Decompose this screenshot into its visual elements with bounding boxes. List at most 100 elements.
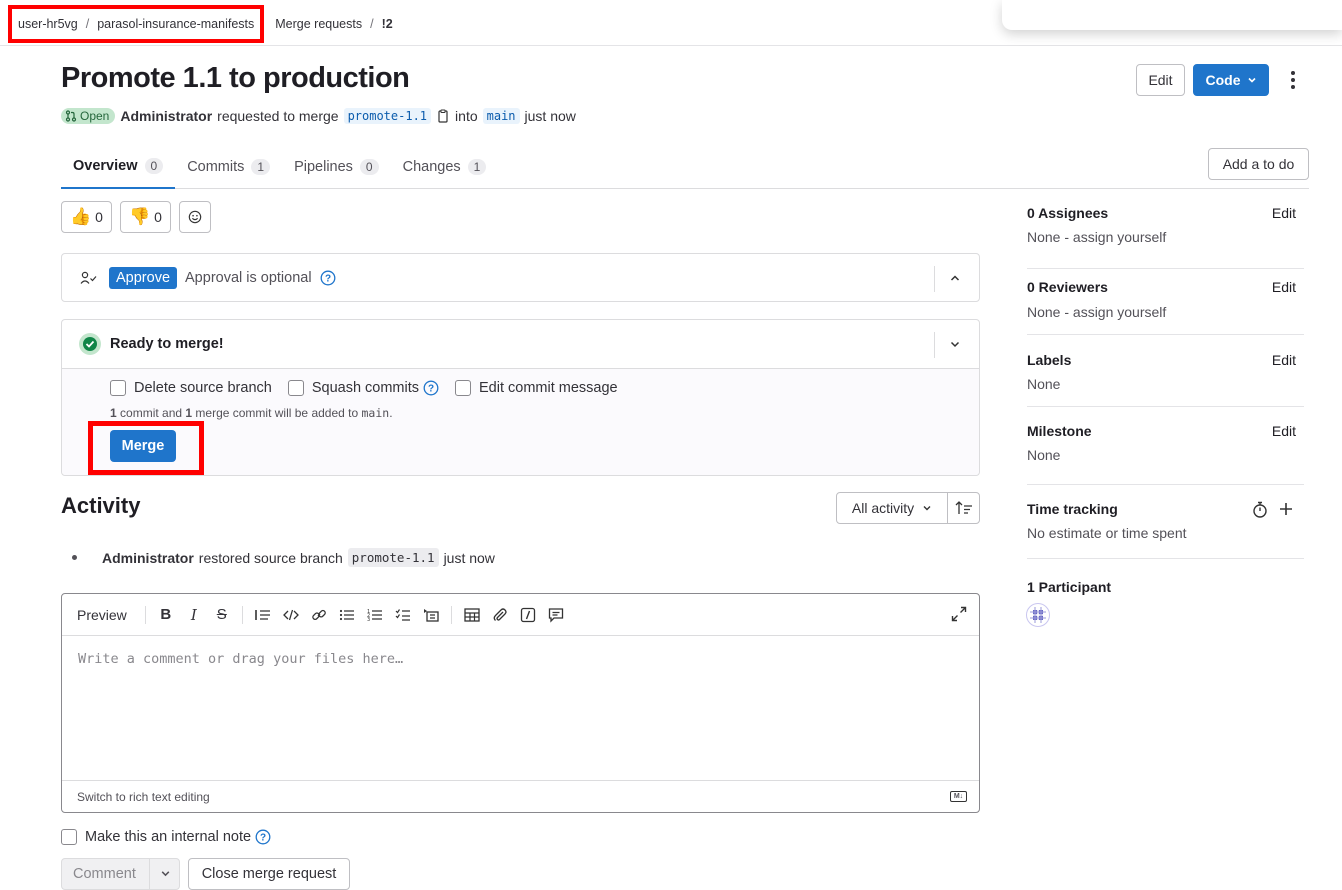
sidebar-time-tracking: Time tracking No estimate or time spent	[1027, 501, 1304, 559]
strikethrough-icon[interactable]: S	[208, 603, 236, 627]
switch-rich-text-link[interactable]: Switch to rich text editing	[77, 790, 210, 804]
delete-source-branch-checkbox[interactable]: Delete source branch	[110, 380, 272, 396]
numbered-list-icon[interactable]: 123	[361, 603, 389, 627]
success-check-icon	[79, 333, 101, 355]
squash-commits-checkbox[interactable]: Squash commits ?	[287, 380, 439, 396]
sort-direction-button[interactable]	[947, 492, 980, 524]
more-actions-icon[interactable]	[1283, 66, 1303, 94]
status-badge: Open	[61, 108, 116, 124]
expand-icon[interactable]	[951, 606, 967, 622]
internal-note-checkbox[interactable]: Make this an internal note ?	[61, 829, 271, 845]
edit-commit-message-checkbox[interactable]: Edit commit message	[455, 380, 618, 396]
sidebar-labels: Labels None Edit	[1027, 352, 1304, 407]
quote-icon[interactable]	[249, 603, 277, 627]
add-todo-button[interactable]: Add a to do	[1208, 148, 1309, 180]
chevron-down-icon	[1247, 77, 1256, 83]
sort-icon	[955, 501, 972, 514]
sidebar-milestone: Milestone None Edit	[1027, 423, 1304, 485]
code-dropdown-button[interactable]: Code	[1193, 64, 1269, 96]
tab-commits[interactable]: Commits 1	[175, 145, 282, 188]
close-merge-request-button[interactable]: Close merge request	[188, 858, 350, 890]
sidebar-participants: 1 Participant	[1027, 579, 1112, 595]
assign-yourself-reviewer-link[interactable]: None - assign yourself	[1027, 304, 1304, 320]
comment-button[interactable]: Comment	[61, 858, 180, 890]
assignees-edit-button[interactable]: Edit	[1272, 205, 1296, 221]
code-icon[interactable]	[277, 603, 305, 627]
event-author[interactable]: Administrator	[102, 550, 194, 566]
edit-button[interactable]: Edit	[1136, 64, 1185, 96]
task-list-icon[interactable]	[389, 603, 417, 627]
link-icon[interactable]	[305, 603, 333, 627]
thumbs-up-icon: 👍	[70, 207, 92, 226]
smiley-icon	[188, 210, 202, 224]
table-icon[interactable]	[458, 603, 486, 627]
mr-meta: Open Administrator requested to merge pr…	[61, 106, 576, 126]
italic-icon[interactable]: I	[180, 603, 208, 627]
markdown-icon[interactable]: M↓	[950, 791, 967, 802]
tab-changes[interactable]: Changes 1	[391, 145, 499, 188]
add-reaction-button[interactable]	[178, 201, 211, 233]
merge-widget: Ready to merge! Delete source branch Squ…	[61, 319, 980, 476]
chevron-down-icon	[923, 506, 931, 511]
editor-toolbar: Preview B I S 123	[62, 594, 979, 636]
slash-command-icon[interactable]	[514, 603, 542, 627]
assign-yourself-link[interactable]: None - assign yourself	[1027, 229, 1304, 245]
reactions: 👍 0 👎 0	[61, 201, 211, 233]
activity-heading: Activity	[61, 493, 141, 518]
reviewers-edit-button[interactable]: Edit	[1272, 279, 1296, 295]
bullet-list-icon[interactable]	[333, 603, 361, 627]
labels-edit-button[interactable]: Edit	[1272, 352, 1296, 368]
help-icon[interactable]: ?	[320, 270, 336, 286]
breadcrumb-highlight: user-hr5vg / parasol-insurance-manifests	[8, 5, 265, 43]
help-icon[interactable]: ?	[423, 380, 439, 396]
tab-pipelines[interactable]: Pipelines 0	[282, 145, 391, 188]
approval-user-icon	[80, 271, 97, 284]
merge-status: Ready to merge!	[110, 336, 224, 352]
milestone-edit-button[interactable]: Edit	[1272, 423, 1296, 439]
bold-icon[interactable]: B	[152, 603, 180, 627]
tab-overview[interactable]: Overview 0	[61, 145, 176, 189]
svg-text:?: ?	[260, 833, 266, 844]
avatar[interactable]	[1026, 603, 1050, 627]
author-name[interactable]: Administrator	[120, 108, 212, 124]
sidebar-reviewers: 0 Reviewers None - assign yourself Edit	[1027, 279, 1304, 335]
help-icon[interactable]: ?	[255, 829, 271, 845]
merge-request-icon	[65, 110, 77, 122]
chevron-down-icon[interactable]	[948, 337, 962, 351]
page-title: Promote 1.1 to production	[61, 62, 410, 94]
preview-tab[interactable]: Preview	[77, 607, 127, 623]
breadcrumb-merge-requests[interactable]: Merge requests	[275, 17, 362, 31]
svg-text:3: 3	[367, 617, 370, 622]
chevron-down-icon[interactable]	[160, 868, 171, 879]
merge-button[interactable]: Merge	[110, 430, 176, 462]
event-branch[interactable]: promote-1.1	[347, 548, 439, 567]
merge-commit-note: 1 commit and 1 merge commit will be adde…	[110, 406, 393, 420]
breadcrumb: user-hr5vg / parasol-insurance-manifests…	[8, 5, 393, 43]
svg-text:?: ?	[428, 384, 434, 395]
top-bar: user-hr5vg / parasol-insurance-manifests…	[0, 0, 1342, 46]
editor-footer: Switch to rich text editing M↓	[62, 780, 979, 812]
collapsible-section-icon[interactable]	[417, 603, 445, 627]
breadcrumb-user[interactable]: user-hr5vg	[18, 17, 78, 31]
source-branch[interactable]: promote-1.1	[343, 108, 432, 124]
attachment-icon[interactable]	[486, 603, 514, 627]
approval-widget: Approve Approval is optional ?	[61, 253, 980, 302]
activity-filter-dropdown[interactable]: All activity	[836, 492, 948, 524]
copy-icon[interactable]	[436, 109, 450, 123]
thumbs-up-button[interactable]: 👍 0	[61, 201, 112, 233]
top-right-panel-shadow	[1002, 0, 1342, 30]
comment-textarea[interactable]: Write a comment or drag your files here…	[78, 651, 403, 667]
thumbs-down-icon: 👎	[128, 207, 151, 226]
sidebar-assignees: 0 Assignees None - assign yourself Edit	[1027, 205, 1304, 269]
target-branch[interactable]: main	[482, 108, 520, 124]
svg-text:?: ?	[325, 274, 331, 285]
plus-icon[interactable]	[1279, 502, 1293, 516]
comment-editor: Preview B I S 123 Write a comment or dra…	[61, 593, 980, 813]
breadcrumb-mr-id[interactable]: !2	[382, 17, 393, 31]
approve-button[interactable]: Approve	[109, 267, 178, 289]
chevron-up-icon[interactable]	[948, 271, 962, 285]
stopwatch-icon[interactable]	[1252, 501, 1268, 518]
thumbs-down-button[interactable]: 👎 0	[119, 201, 171, 233]
comment-template-icon[interactable]	[542, 603, 570, 627]
breadcrumb-project[interactable]: parasol-insurance-manifests	[97, 17, 254, 31]
